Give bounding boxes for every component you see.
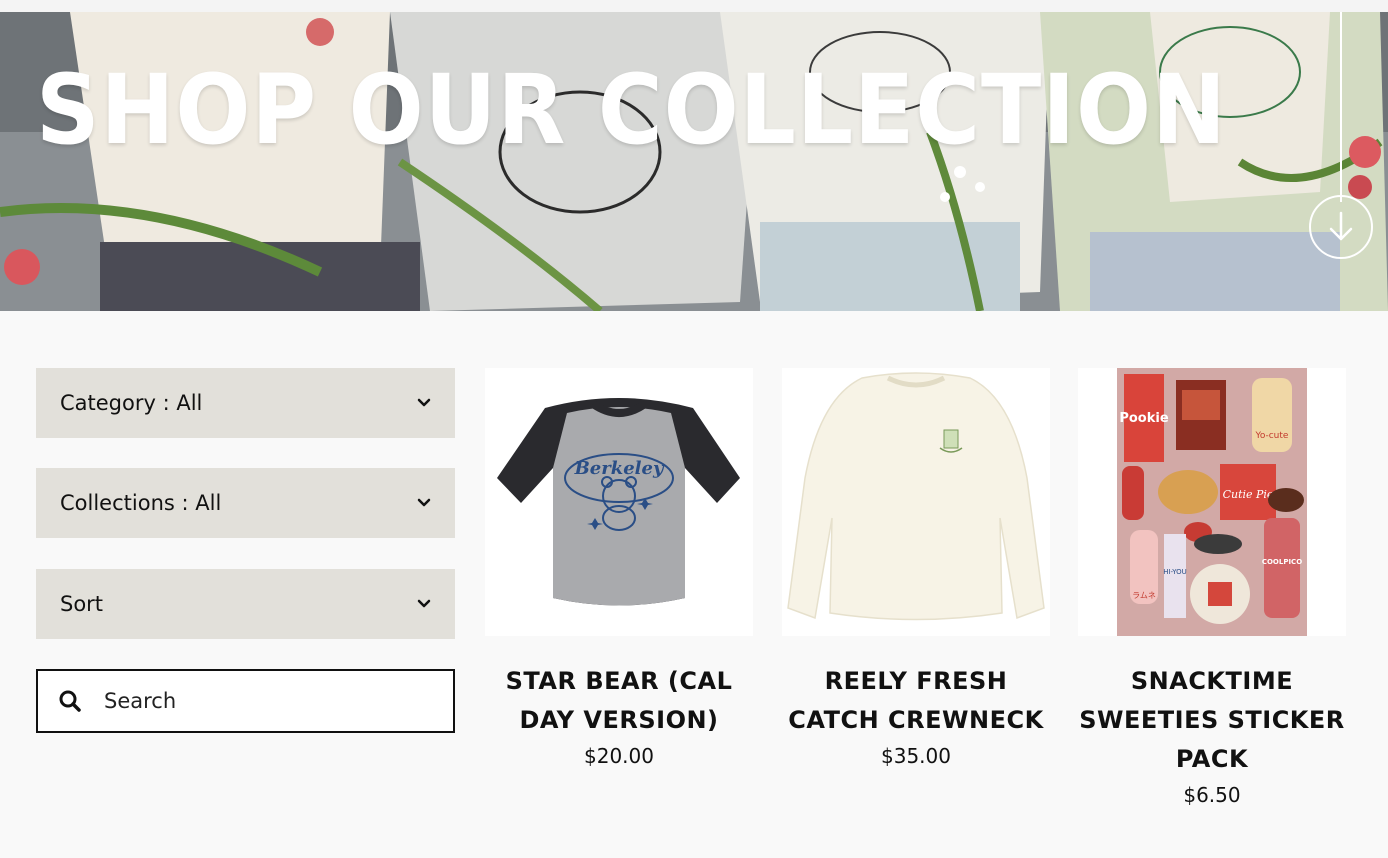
category-filter-label: Category : All xyxy=(60,391,203,415)
top-strip xyxy=(0,0,1388,12)
cutie-pie-sticker-text: Cutie Pie xyxy=(1223,488,1274,501)
product-price: $20.00 xyxy=(584,744,654,768)
sort-label: Sort xyxy=(60,592,104,616)
ramune-sticker-text: ラムネ xyxy=(1132,591,1156,600)
product-image[interactable]: Berkeley xyxy=(485,368,753,636)
product-price: $35.00 xyxy=(881,744,951,768)
product-name[interactable]: REELY FRESH CATCH CREWNECK xyxy=(782,662,1050,740)
pookie-sticker-text: Pookie xyxy=(1119,411,1168,426)
collections-filter-dropdown[interactable]: Collections : All xyxy=(36,468,455,538)
scroll-down-button[interactable] xyxy=(1309,195,1373,259)
yocute-sticker-text: Yo-cute xyxy=(1255,431,1289,441)
raglan-tee-image: Berkeley xyxy=(497,398,740,606)
hi-you-sticker-text: HI-YOU xyxy=(1163,568,1187,576)
search-icon xyxy=(59,690,81,712)
product-image[interactable] xyxy=(782,368,1050,636)
product-price: $6.50 xyxy=(1183,783,1241,807)
category-filter-dropdown[interactable]: Category : All xyxy=(36,368,455,438)
product-image[interactable]: Pookie Yo-cute Cutie Pie ラムネ HI-YOU COOL… xyxy=(1078,368,1346,636)
berkeley-print: Berkeley xyxy=(574,458,665,479)
chevron-down-icon xyxy=(417,398,431,407)
page-title: SHOP OUR COLLECTION xyxy=(36,54,1227,166)
hero-banner: SHOP OUR COLLECTION xyxy=(0,12,1388,311)
chevron-down-icon xyxy=(417,498,431,507)
sort-dropdown[interactable]: Sort xyxy=(36,569,455,639)
search-input[interactable] xyxy=(104,689,424,713)
coolpico-sticker-text: COOLPICO xyxy=(1262,558,1302,566)
crewneck-image xyxy=(787,372,1045,621)
product-name[interactable]: STAR BEAR (CAL DAY VERSION) xyxy=(485,662,753,740)
product-card[interactable]: REELY FRESH CATCH CREWNECK $35.00 xyxy=(782,368,1050,768)
chevron-down-icon xyxy=(417,599,431,608)
product-card[interactable]: Pookie Yo-cute Cutie Pie ラムネ HI-YOU COOL… xyxy=(1078,368,1346,807)
scroll-line xyxy=(1340,12,1342,202)
collections-filter-label: Collections : All xyxy=(60,491,222,515)
product-card[interactable]: Berkeley STAR BEAR (CAL DAY VERSION) $20… xyxy=(485,368,753,768)
sticker-sheet-image: Pookie Yo-cute Cutie Pie ラムネ HI-YOU COOL… xyxy=(1117,368,1307,636)
arrow-down-icon xyxy=(1329,211,1353,241)
product-name[interactable]: SNACKTIME SWEETIES STICKER PACK xyxy=(1078,662,1346,779)
search-box[interactable] xyxy=(36,669,455,733)
